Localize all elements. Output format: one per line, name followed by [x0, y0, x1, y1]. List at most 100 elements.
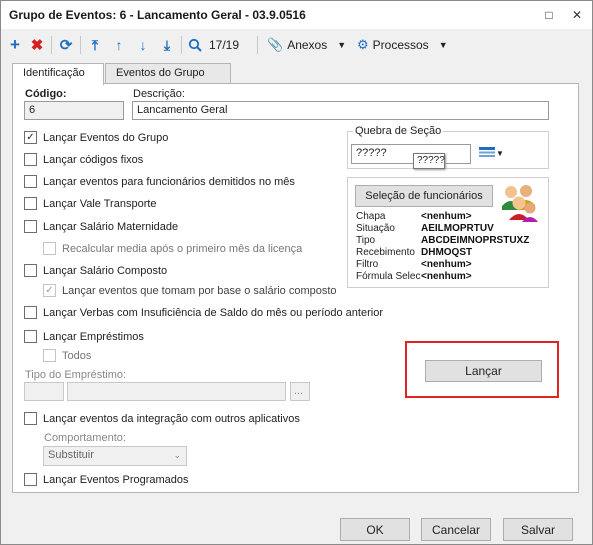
checkbox-icon	[24, 412, 37, 425]
checkbox-icon	[24, 220, 37, 233]
quebra-secao-title: Quebra de Seção	[353, 125, 444, 137]
toolbar-separator	[51, 36, 52, 54]
record-counter: 17/19	[209, 38, 240, 52]
formula-selec-label: Fórmula Selec	[356, 271, 421, 282]
anexos-label: Anexos	[287, 38, 328, 52]
checkbox-icon	[24, 197, 37, 210]
checkbox-lancar-emprestimos[interactable]: Lançar Empréstimos	[24, 330, 144, 343]
toolbar-separator	[181, 36, 182, 54]
checkbox-label: Lançar Salário Composto	[43, 264, 168, 277]
title-bar: Grupo de Eventos: 6 - Lancamento Geral -…	[1, 1, 592, 29]
checkbox-lancar-demitidos[interactable]: Lançar eventos para funcionários demitid…	[24, 175, 295, 188]
situacao-label: Situação	[356, 223, 395, 234]
anexos-menu-button[interactable]: 📎 Anexos ▼	[267, 37, 346, 53]
salvar-button[interactable]: Salvar	[503, 518, 573, 541]
descricao-label: Descrição:	[133, 88, 185, 100]
checkbox-icon	[24, 264, 37, 277]
lancar-button[interactable]: Lançar	[425, 360, 542, 382]
checkbox-label: Lançar códigos fixos	[43, 153, 144, 166]
checkbox-lancar-verbas-insuficiencia[interactable]: Lançar Verbas com Insuficiência de Saldo…	[24, 306, 383, 319]
users-group-icon	[500, 182, 540, 222]
tab-identificacao[interactable]: Identificação	[12, 63, 104, 85]
checkbox-icon	[24, 153, 37, 166]
previous-record-icon[interactable]: ↑	[111, 35, 127, 55]
checkbox-label: Lançar Verbas com Insuficiência de Saldo…	[43, 306, 383, 319]
close-icon[interactable]: ✕	[567, 5, 587, 25]
section-picker-icon[interactable]: ▼	[479, 145, 505, 161]
codigo-label: Código:	[25, 88, 67, 100]
tipo-value: ABCDEIMNOPRSTUXZ	[421, 235, 530, 246]
checkbox-icon	[24, 330, 37, 343]
toolbar-separator	[257, 36, 258, 54]
descricao-field[interactable]: Lancamento Geral	[132, 101, 549, 120]
last-record-icon[interactable]: ⤓	[159, 35, 175, 55]
chapa-value: <nenhum>	[421, 211, 472, 222]
quebra-secao-field[interactable]: ?????	[351, 144, 471, 164]
comportamento-value: Substituir	[48, 449, 94, 461]
checkbox-label: Lançar Eventos Programados	[43, 473, 189, 486]
dialog-window: Grupo de Eventos: 6 - Lancamento Geral -…	[0, 0, 593, 545]
tab-eventos-do-grupo[interactable]: Eventos do Grupo	[105, 63, 231, 84]
checkbox-lancar-vale-transporte[interactable]: Lançar Vale Transporte	[24, 197, 157, 210]
checkbox-icon: ✓	[43, 284, 56, 297]
caret-down-icon: ▼	[337, 40, 347, 50]
delete-icon[interactable]: ✖	[29, 35, 45, 55]
checkbox-lancar-codigos-fixos[interactable]: Lançar códigos fixos	[24, 153, 143, 166]
checkbox-icon	[24, 175, 37, 188]
paperclip-icon: 📎	[267, 37, 284, 52]
checkbox-label: Recalcular media após o primeiro mês da …	[62, 242, 303, 255]
comportamento-select[interactable]: Substituir ⌄	[43, 446, 187, 466]
checkbox-icon	[43, 349, 56, 362]
ok-button[interactable]: OK	[340, 518, 410, 541]
cancelar-button[interactable]: Cancelar	[421, 518, 491, 541]
checkbox-label: Lançar eventos para funcionários demitid…	[43, 175, 295, 188]
checkbox-label: Lançar eventos da integração com outros …	[43, 412, 300, 425]
checkbox-label: Lançar Vale Transporte	[43, 197, 157, 210]
checkbox-lancar-salario-maternidade[interactable]: Lançar Salário Maternidade	[24, 220, 178, 233]
filtro-value: <nenhum>	[421, 259, 472, 270]
checkbox-icon: ✓	[24, 131, 37, 144]
toolbar-separator	[80, 36, 81, 54]
comportamento-label: Comportamento:	[44, 432, 126, 444]
situacao-value: AEILMOPRTUV	[421, 223, 494, 234]
first-record-icon[interactable]: ⤒	[87, 35, 103, 55]
checkbox-todos[interactable]: Todos	[43, 349, 91, 362]
codigo-field[interactable]: 6	[24, 101, 124, 120]
formula-selec-value: <nenhum>	[421, 271, 472, 282]
processos-label: Processos	[372, 38, 429, 52]
chapa-label: Chapa	[356, 211, 386, 222]
checkbox-label: Lançar Eventos do Grupo	[43, 131, 169, 144]
search-icon[interactable]	[186, 35, 204, 55]
tipo-emprestimo-label: Tipo do Empréstimo:	[25, 369, 127, 381]
recebimento-value: DHMOQST	[421, 247, 473, 258]
checkbox-lancar-eventos-programados[interactable]: Lançar Eventos Programados	[24, 473, 189, 486]
tipo-label: Tipo	[356, 235, 376, 246]
tipo-emprestimo-code-field[interactable]	[24, 382, 64, 401]
checkbox-label: Todos	[62, 349, 92, 362]
caret-down-icon: ▼	[438, 40, 448, 50]
checkbox-label: Lançar Empréstimos	[43, 330, 144, 343]
next-record-icon[interactable]: ↓	[135, 35, 151, 55]
checkbox-label: Lançar Salário Maternidade	[43, 220, 179, 233]
quebra-secao-tooltip: ?????	[413, 153, 445, 169]
filtro-label: Filtro	[356, 259, 379, 270]
processos-menu-button[interactable]: ⚙ Processos ▼	[357, 37, 448, 53]
checkbox-lancar-integracao[interactable]: Lançar eventos da integração com outros …	[24, 412, 300, 425]
toolbar: + ✖ ⟳ ⤒ ↑ ↓ ⤓ 17/19 📎 Anexos ▼ ⚙ Process…	[1, 31, 592, 59]
tipo-emprestimo-desc-field[interactable]	[67, 382, 286, 401]
add-icon[interactable]: +	[7, 35, 23, 55]
checkbox-icon	[24, 306, 37, 319]
recebimento-label: Recebimento	[356, 247, 415, 258]
checkbox-salario-composto-base[interactable]: ✓ Lançar eventos que tomam por base o sa…	[43, 284, 337, 297]
checkbox-icon	[43, 242, 56, 255]
maximize-icon[interactable]: □	[539, 5, 559, 25]
tipo-emprestimo-lookup-button[interactable]: ...	[290, 382, 310, 401]
refresh-icon[interactable]: ⟳	[57, 35, 75, 55]
checkbox-icon	[24, 473, 37, 486]
gear-icon: ⚙	[357, 37, 369, 52]
chevron-down-icon: ⌄	[173, 450, 181, 460]
checkbox-recalcular-media[interactable]: Recalcular media após o primeiro mês da …	[43, 242, 302, 255]
checkbox-lancar-eventos-grupo[interactable]: ✓ Lançar Eventos do Grupo	[24, 131, 168, 144]
selecao-funcionarios-button[interactable]: Seleção de funcionários	[355, 185, 493, 207]
checkbox-lancar-salario-composto[interactable]: Lançar Salário Composto	[24, 264, 167, 277]
